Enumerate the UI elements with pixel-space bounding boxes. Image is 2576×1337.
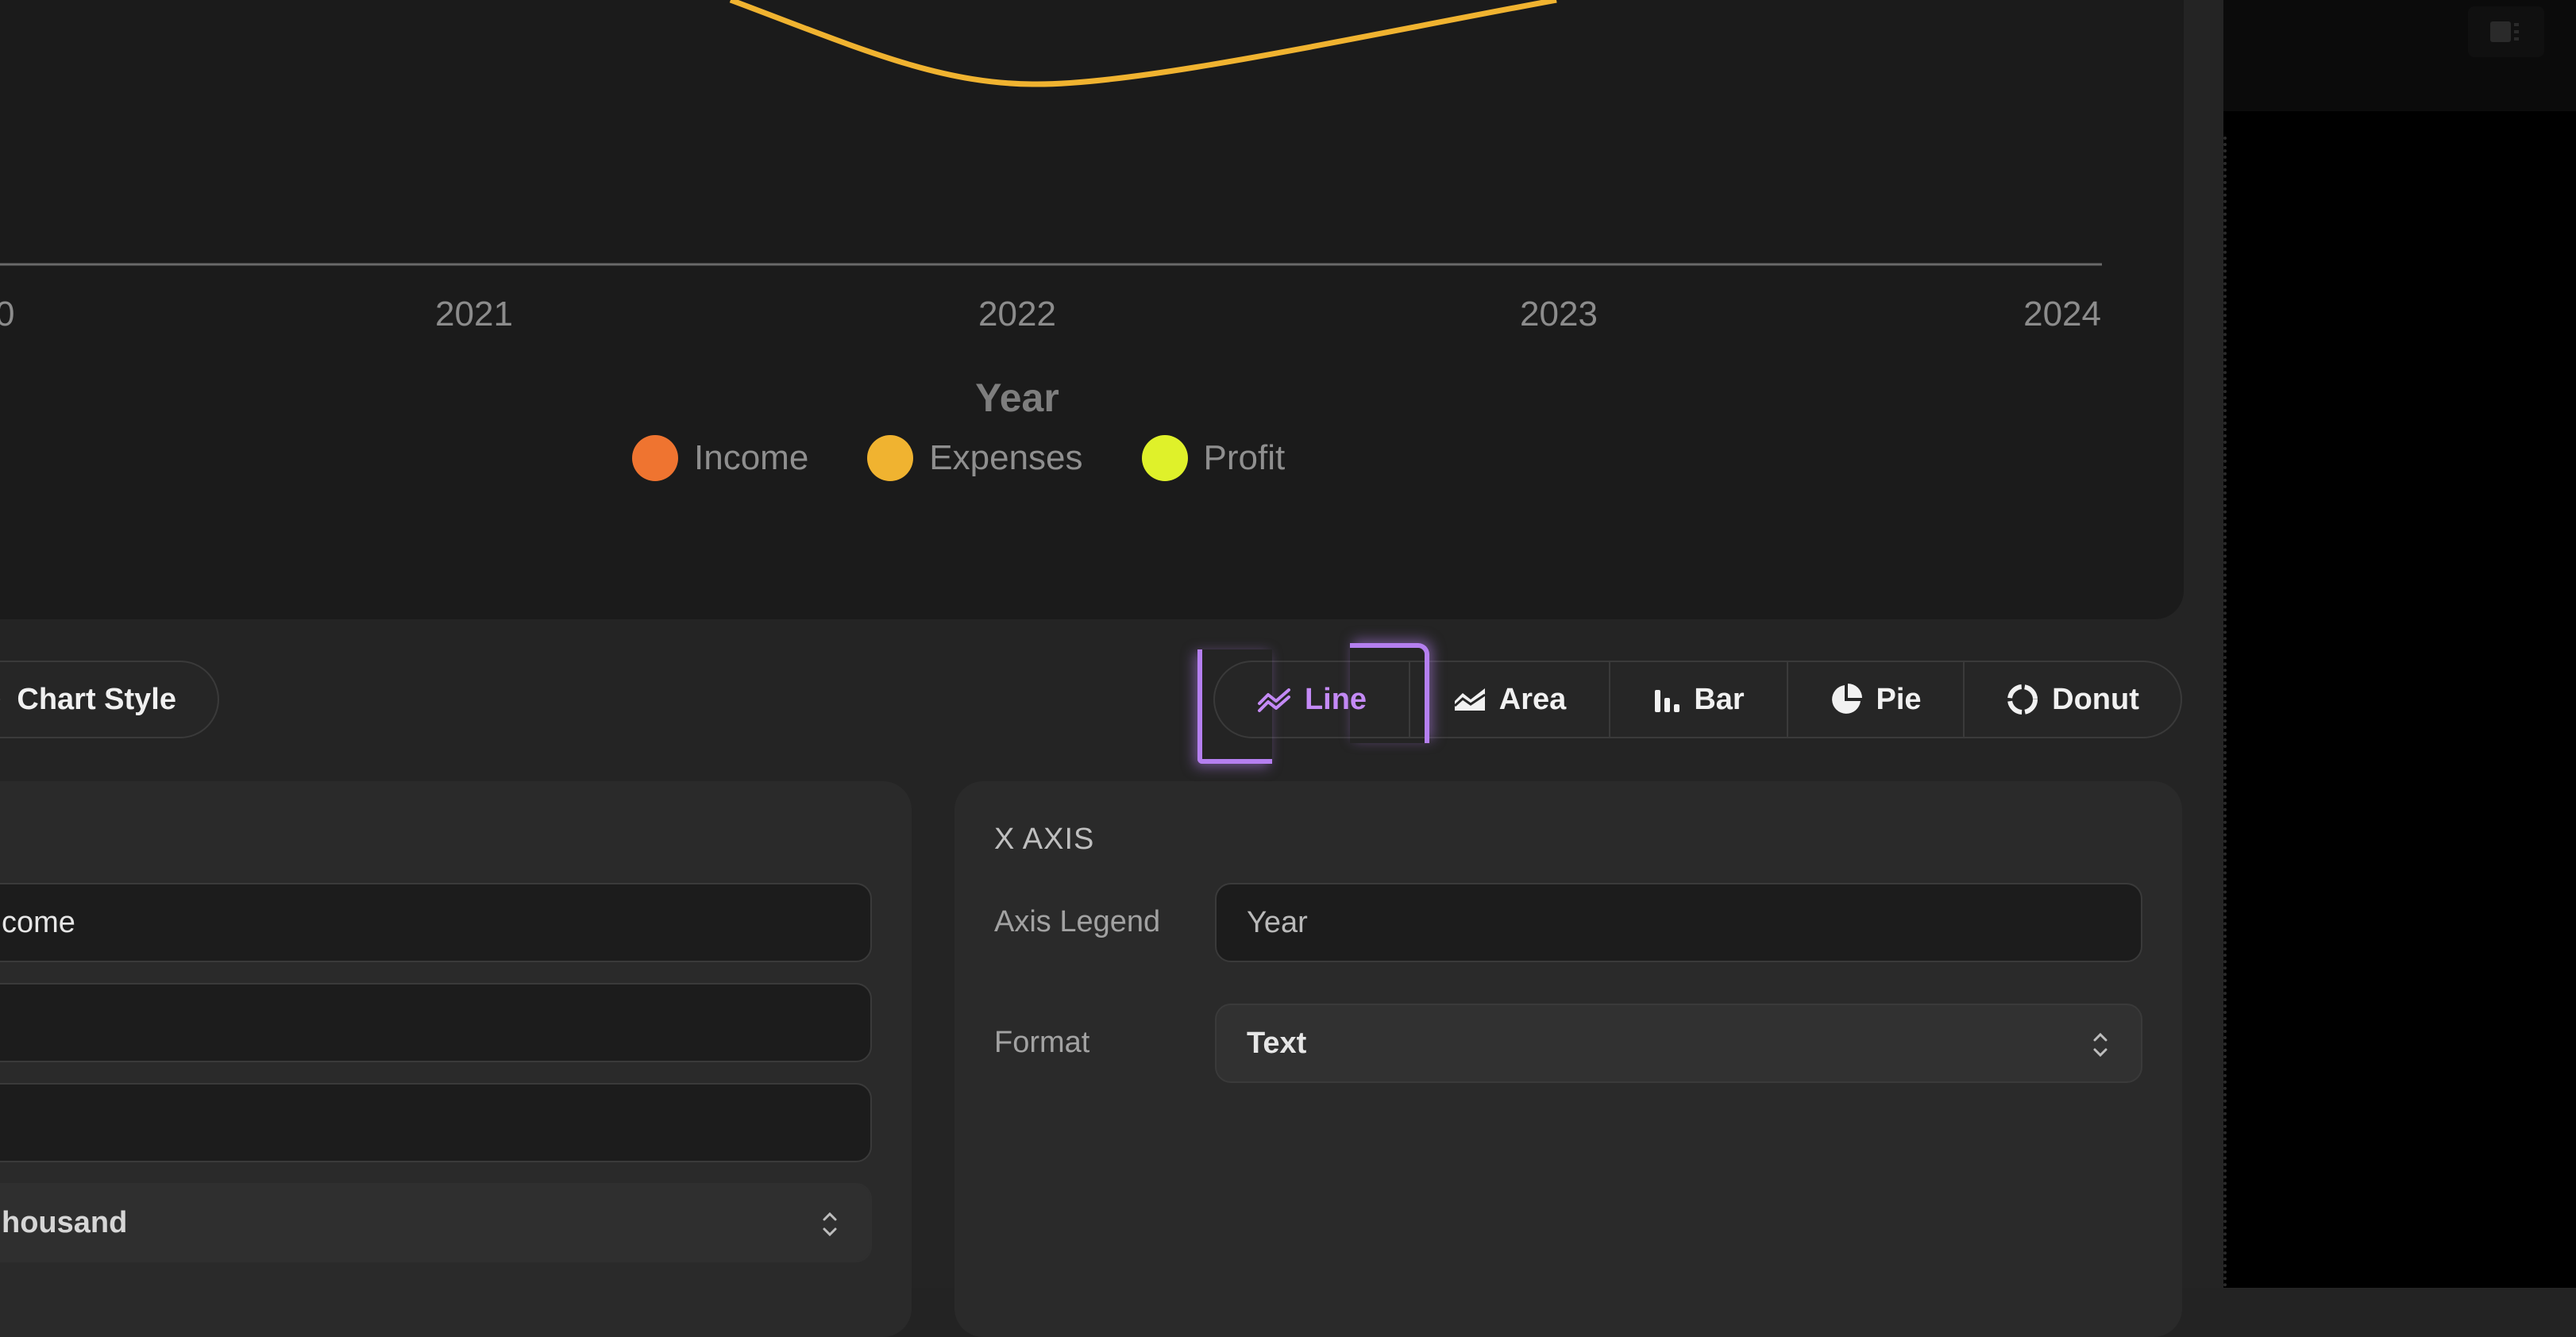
chart-svg: 0 2021 2022 2023 2024 Year [0, 0, 2102, 420]
series-field-2[interactable] [0, 983, 872, 1062]
series-settings-panel: come housand [0, 781, 912, 1337]
focus-ring [1197, 649, 1272, 764]
side-background [2223, 0, 2576, 1288]
x-axis-title: Year [975, 376, 1059, 420]
chevron-up-down-icon [823, 1212, 837, 1237]
x-tick-label: 2024 [2023, 295, 2101, 333]
axis-legend-input[interactable]: Year [1215, 883, 2142, 962]
sparkles-icon [0, 699, 1, 700]
x-tick-label: 2021 [435, 295, 513, 333]
chart-type-pie[interactable]: Pie [1788, 661, 1965, 738]
chart-preview-card: 0 2021 2022 2023 2024 Year Income Expens… [0, 0, 2184, 619]
panel-toggle-icon[interactable] [2468, 6, 2544, 57]
chart-type-label: Area [1498, 682, 1567, 716]
legend-label: Expenses [929, 438, 1083, 477]
chart-type-label: Bar [1694, 682, 1745, 716]
legend-swatch [1141, 435, 1188, 481]
legend-swatch [632, 435, 678, 481]
chart-style-label: Chart Style [17, 682, 176, 716]
legend-item-expenses[interactable]: Expenses [867, 435, 1083, 481]
format-label: Format [994, 1026, 1090, 1059]
legend-item-profit[interactable]: Profit [1141, 435, 1286, 481]
series-name-field[interactable]: come [0, 883, 872, 962]
series-name-value: come [2, 905, 75, 939]
chart-legend: Income Expenses Profit [632, 435, 1344, 481]
unit-select-value: housand [2, 1205, 128, 1239]
legend-label: Income [694, 438, 809, 477]
drag-divider[interactable] [2223, 137, 2227, 1288]
format-select[interactable]: Text [1215, 1004, 2142, 1083]
chart-style-button[interactable]: Chart Style [0, 661, 219, 738]
expenses-line [729, 0, 1557, 87]
pie-chart-icon [1832, 684, 1863, 714]
legend-swatch [867, 435, 914, 481]
x-axis-title: X AXIS [994, 823, 1095, 856]
chart-type-donut[interactable]: Donut [1965, 661, 2181, 738]
chart-type-area[interactable]: Area [1410, 661, 1610, 738]
legend-label: Profit [1203, 438, 1286, 477]
chart-type-label: Donut [2052, 682, 2139, 716]
x-axis-panel: X AXIS Axis Legend Year Format Text [954, 781, 2182, 1337]
axis-legend-value: Year [1247, 905, 1308, 939]
x-tick-label: 2023 [1520, 295, 1598, 333]
editor-panel: 0 2021 2022 2023 2024 Year Income Expens… [0, 0, 2223, 1337]
area-chart-icon [1453, 688, 1486, 711]
chevron-up-down-icon [2093, 1032, 2107, 1058]
series-field-3[interactable] [0, 1083, 872, 1162]
donut-chart-icon [2007, 684, 2038, 715]
chart-type-bar[interactable]: Bar [1610, 661, 1788, 738]
axis-legend-label: Axis Legend [994, 905, 1161, 938]
legend-item-income[interactable]: Income [632, 435, 808, 481]
bar-chart-icon [1655, 690, 1680, 712]
x-tick-label: 0 [0, 295, 14, 333]
unit-select[interactable]: housand [0, 1183, 872, 1262]
focus-ring [1350, 643, 1429, 743]
chart-type-label: Pie [1876, 682, 1922, 716]
format-select-value: Text [1247, 1026, 1307, 1060]
x-tick-label: 2022 [978, 295, 1056, 333]
